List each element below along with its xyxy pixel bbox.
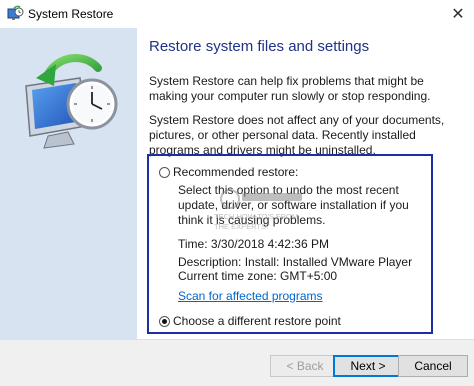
restore-description: Description: Install: Installed VMware P… <box>178 255 413 269</box>
recommended-restore-description: Select this option to undo the most rece… <box>178 183 409 227</box>
wizard-sidebar <box>0 28 137 339</box>
different-restore-point-label: Choose a different restore point <box>173 314 341 328</box>
intro-paragraph: System Restore can help fix problems tha… <box>149 74 431 103</box>
wizard-footer: < Back Next > Cancel <box>0 339 474 386</box>
different-restore-point-radio[interactable] <box>159 315 170 327</box>
scan-affected-programs-link[interactable]: Scan for affected programs <box>178 289 323 303</box>
recommended-restore-label: Recommended restore: <box>173 165 299 179</box>
back-button[interactable]: < Back <box>270 355 340 377</box>
recommended-restore-option[interactable]: Recommended restore: <box>159 165 298 179</box>
close-button[interactable]: ✕ <box>442 0 474 28</box>
data-safety-paragraph: System Restore does not affect any of yo… <box>149 113 445 157</box>
recommended-restore-radio[interactable] <box>159 166 170 178</box>
system-restore-hero-icon <box>25 54 118 149</box>
title-bar: System Restore ✕ <box>0 0 474 29</box>
restore-timezone: Current time zone: GMT+5:00 <box>178 269 338 283</box>
next-button[interactable]: Next > <box>333 355 403 377</box>
different-restore-point-option[interactable]: Choose a different restore point <box>159 314 341 328</box>
wizard-main-panel: Restore system files and settings System… <box>137 28 474 339</box>
restore-options-group: Recommended restore: Select this option … <box>147 154 433 334</box>
cancel-button[interactable]: Cancel <box>398 355 468 377</box>
system-restore-app-icon <box>7 5 24 20</box>
window-title: System Restore <box>28 7 114 21</box>
page-title: Restore system files and settings <box>149 38 370 55</box>
close-icon: ✕ <box>451 6 465 23</box>
restore-time: Time: 3/30/2018 4:42:36 PM <box>178 237 329 251</box>
